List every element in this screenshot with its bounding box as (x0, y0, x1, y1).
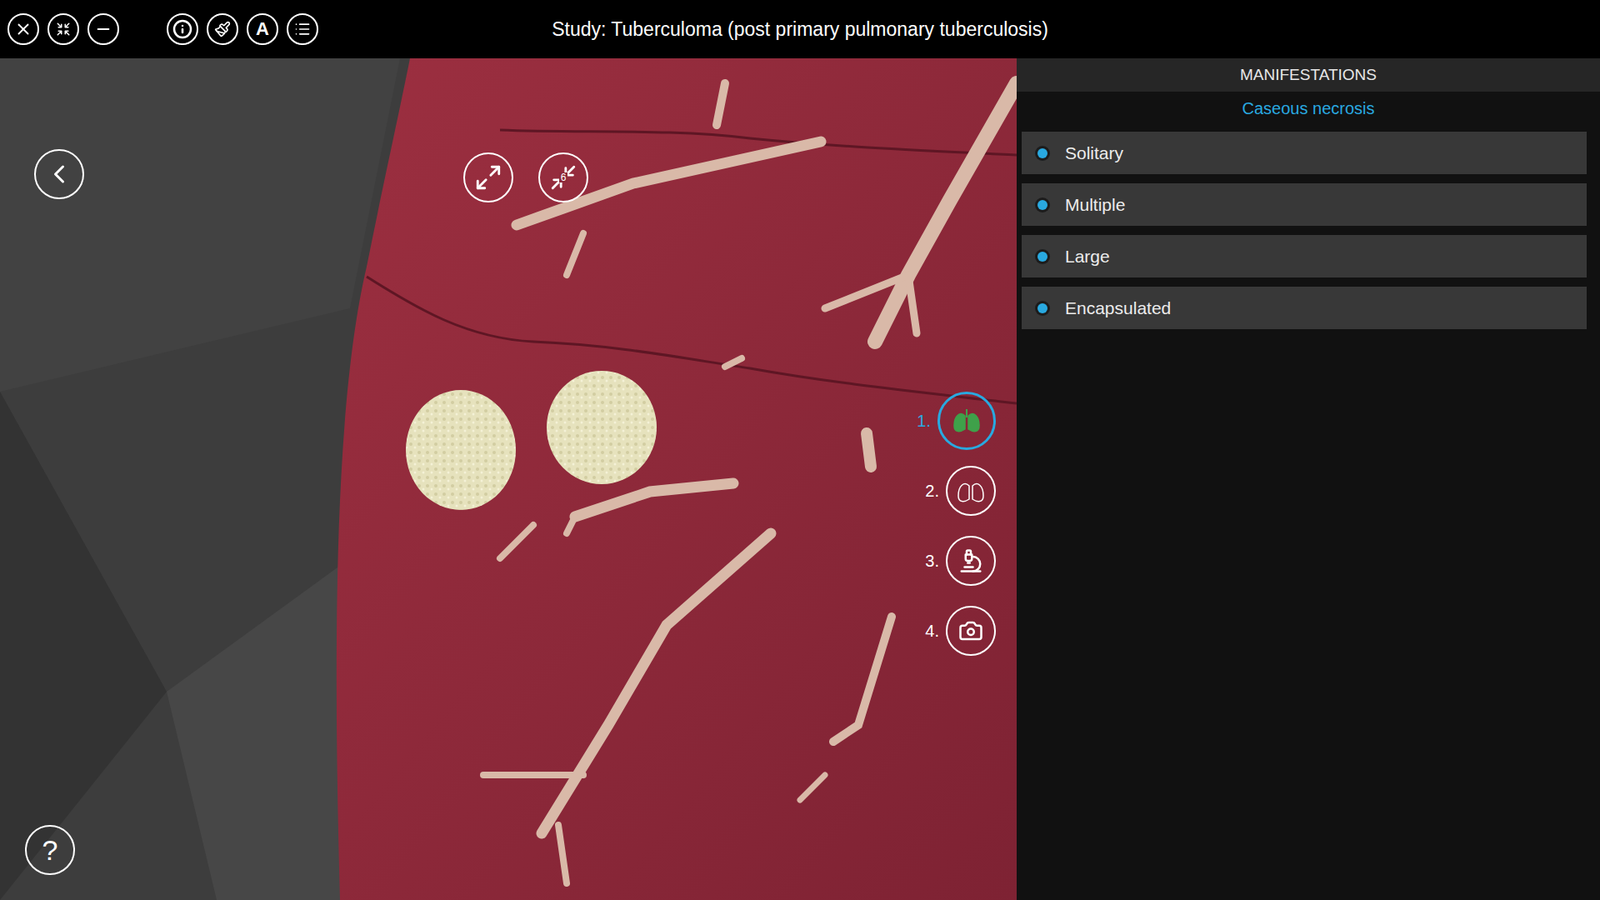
back-icon (44, 159, 75, 190)
step-button[interactable] (945, 605, 996, 656)
manifestation-item[interactable]: Multiple (1021, 183, 1587, 226)
info-icon (172, 19, 193, 40)
radio-dot[interactable] (1035, 145, 1050, 161)
lung-model[interactable] (0, 58, 1017, 900)
list-button[interactable] (286, 13, 319, 45)
back-button[interactable] (34, 149, 85, 200)
step-label: 3. (925, 548, 940, 574)
step-label: 2. (925, 478, 940, 504)
collapse-button[interactable]: 6 (538, 152, 589, 203)
step-item[interactable]: 3. (900, 534, 996, 588)
close-button[interactable] (7, 13, 40, 45)
tool-buttons: A (166, 13, 319, 45)
lung-outline-icon (954, 474, 988, 508)
category-title: Caseous necrosis (1016, 91, 1600, 125)
step-button[interactable] (937, 391, 996, 450)
manifestations-panel: MANIFESTATIONSCaseous necrosis Solitary Mu… (1016, 58, 1600, 900)
manifestation-item[interactable]: Encapsulated (1021, 286, 1587, 330)
manifestation-label: Solitary (1065, 140, 1124, 167)
window-controls (7, 13, 120, 45)
radio-dot[interactable] (1035, 249, 1050, 265)
paint-button[interactable] (206, 13, 239, 45)
manifestation-list: Solitary Multiple Large Encapsulated (1016, 131, 1600, 330)
step-button[interactable] (945, 535, 996, 586)
panel-header: MANIFESTATIONS (1016, 58, 1600, 92)
info-button[interactable] (166, 13, 199, 45)
manifestation-item[interactable]: Solitary (1021, 131, 1587, 175)
app: A Study: Tuberculoma (post primary pulmon… (0, 0, 1600, 900)
minimize-button[interactable] (87, 13, 120, 45)
close-icon (14, 20, 33, 39)
main: 6 1. 2. 3. 4.? MANIFESTATIONSCaseous necrosis… (0, 58, 1600, 900)
step-item[interactable]: 2. (900, 464, 996, 518)
label-button[interactable]: A (246, 13, 279, 45)
zoom-badge: 6 (559, 172, 569, 183)
expand-icon (474, 163, 503, 192)
brush-icon (214, 20, 231, 38)
camera-icon (958, 618, 984, 644)
expand-button[interactable] (463, 152, 514, 203)
step-list: 1. 2. 3. 4. (900, 394, 996, 658)
manifestation-label: Encapsulated (1065, 295, 1171, 322)
radio-dot[interactable] (1035, 197, 1050, 213)
step-item[interactable]: 1. (900, 394, 996, 448)
manifestation-label: Large (1065, 243, 1110, 270)
radio-dot[interactable] (1035, 300, 1050, 316)
step-item[interactable]: 4. (900, 604, 996, 658)
manifestation-label: Multiple (1065, 191, 1125, 219)
viewport[interactable]: 6 1. 2. 3. 4.? (0, 58, 1017, 900)
step-label: 4. (925, 618, 940, 644)
step-button[interactable] (945, 465, 996, 516)
window-title: Study: Tuberculoma (post primary pulmona… (551, 15, 1049, 45)
top-bar: A Study: Tuberculoma (post primary pulmon… (0, 0, 1600, 59)
minus-icon (94, 20, 113, 39)
manifestation-item[interactable]: Large (1021, 235, 1587, 278)
list-icon (294, 20, 311, 38)
windowed-button[interactable] (47, 13, 80, 45)
help-button[interactable]: ? (25, 825, 75, 875)
step-label: 1. (916, 408, 931, 434)
lungs-icon (950, 404, 984, 438)
compress-icon (55, 21, 71, 37)
microscope-icon (958, 548, 984, 574)
